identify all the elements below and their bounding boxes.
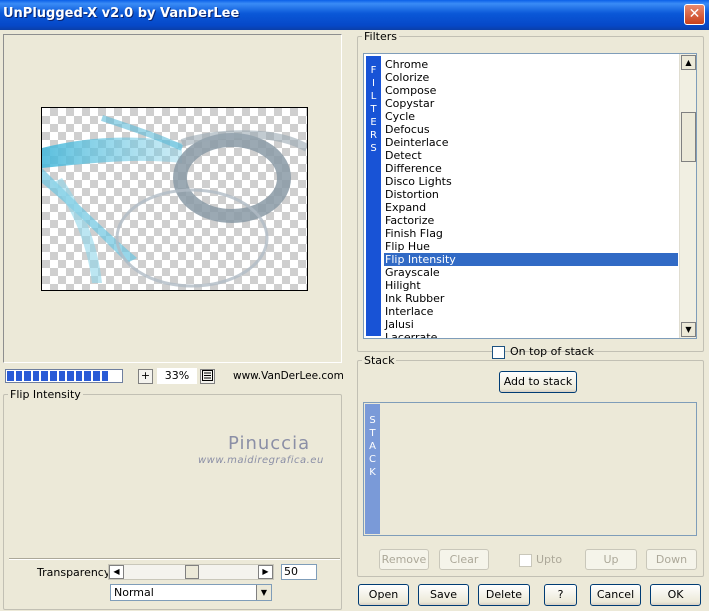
open-button[interactable]: Open	[358, 584, 409, 606]
preview-panel	[3, 34, 342, 363]
delete-button[interactable]: Delete	[478, 584, 530, 606]
list-item[interactable]: Deinterlace	[384, 136, 678, 149]
down-button[interactable]: Down	[646, 549, 697, 570]
upto-checkbox[interactable]: Upto	[519, 553, 562, 567]
blend-mode-select[interactable]: Normal ▼	[110, 584, 272, 601]
stack-legend: Stack	[364, 354, 395, 367]
close-button[interactable]: ✕	[684, 4, 705, 25]
filters-legend: Filters	[364, 30, 397, 43]
filters-vertical-label: FILTERS	[366, 56, 381, 336]
list-item[interactable]: Ink Rubber	[384, 292, 678, 305]
ok-button[interactable]: OK	[650, 584, 701, 606]
remove-button[interactable]: Remove	[379, 549, 429, 570]
list-item[interactable]: Factorize	[384, 214, 678, 227]
save-button[interactable]: Save	[418, 584, 469, 606]
filters-group: Filters FILTERS Chrome Colorize Compose …	[357, 30, 704, 359]
list-item[interactable]: Detect	[384, 149, 678, 162]
stack-group: Stack Add to stack STACK Remove Clear Up…	[357, 354, 704, 577]
slider-right-arrow[interactable]: ▶	[258, 565, 273, 579]
website-link[interactable]: www.VanDerLee.com	[233, 370, 344, 382]
zoom-in-button[interactable]: +	[138, 369, 153, 384]
list-item[interactable]: Grayscale	[384, 266, 678, 279]
scroll-down-button[interactable]: ▼	[681, 322, 696, 337]
filters-scrollbar[interactable]: ▲ ▼	[679, 54, 696, 338]
slider-left-arrow[interactable]: ◀	[109, 565, 124, 579]
slider-thumb[interactable]	[185, 565, 199, 579]
stack-list[interactable]: STACK	[363, 402, 697, 536]
calculator-icon[interactable]	[200, 369, 215, 384]
transparency-label: Transparency	[37, 566, 111, 579]
watermark-url: www.maidiregrafica.eu	[198, 455, 324, 466]
watermark-name: Pinuccia	[228, 433, 311, 454]
list-item[interactable]: Finish Flag	[384, 227, 678, 240]
scroll-thumb[interactable]	[681, 112, 696, 162]
list-item[interactable]: Interlace	[384, 305, 678, 318]
list-item-selected[interactable]: Flip Intensity	[384, 253, 678, 266]
transparency-slider[interactable]: ◀ ▶	[108, 564, 274, 580]
list-item[interactable]: Cycle	[384, 110, 678, 123]
title-bar: UnPlugged-X v2.0 by VanDerLee ✕	[0, 0, 709, 30]
transparency-input[interactable]: 50	[281, 564, 317, 580]
list-item[interactable]: Lacerrate	[384, 331, 678, 338]
zoom-level: 33%	[157, 368, 197, 384]
list-item[interactable]: Jalusi	[384, 318, 678, 331]
scroll-up-button[interactable]: ▲	[681, 55, 696, 70]
list-item[interactable]: Defocus	[384, 123, 678, 136]
list-item[interactable]: Colorize	[384, 71, 678, 84]
list-item[interactable]: Flip Hue	[384, 240, 678, 253]
list-item[interactable]: Difference	[384, 162, 678, 175]
list-item[interactable]: Hilight	[384, 279, 678, 292]
list-item[interactable]: Copystar	[384, 97, 678, 110]
cancel-button[interactable]: Cancel	[590, 584, 641, 606]
help-button[interactable]: ?	[544, 584, 577, 606]
filter-settings-legend: Flip Intensity	[10, 388, 81, 401]
chevron-down-icon[interactable]: ▼	[256, 585, 271, 600]
filter-items: Chrome Colorize Compose Copystar Cycle D…	[384, 58, 678, 338]
clear-button[interactable]: Clear	[439, 549, 489, 570]
list-item[interactable]: Distortion	[384, 188, 678, 201]
divider	[9, 558, 340, 560]
list-item[interactable]: Compose	[384, 84, 678, 97]
filters-list[interactable]: FILTERS Chrome Colorize Compose Copystar…	[363, 53, 697, 339]
list-item[interactable]: Chrome	[384, 58, 678, 71]
up-button[interactable]: Up	[585, 549, 637, 570]
add-to-stack-button[interactable]: Add to stack	[499, 371, 577, 393]
preview-artwork	[42, 115, 307, 288]
preview-image[interactable]	[41, 107, 308, 291]
window-title: UnPlugged-X v2.0 by VanDerLee	[3, 6, 240, 21]
list-item[interactable]: Expand	[384, 201, 678, 214]
progress-bar	[5, 369, 123, 383]
list-item[interactable]: Disco Lights	[384, 175, 678, 188]
stack-vertical-label: STACK	[365, 404, 380, 534]
